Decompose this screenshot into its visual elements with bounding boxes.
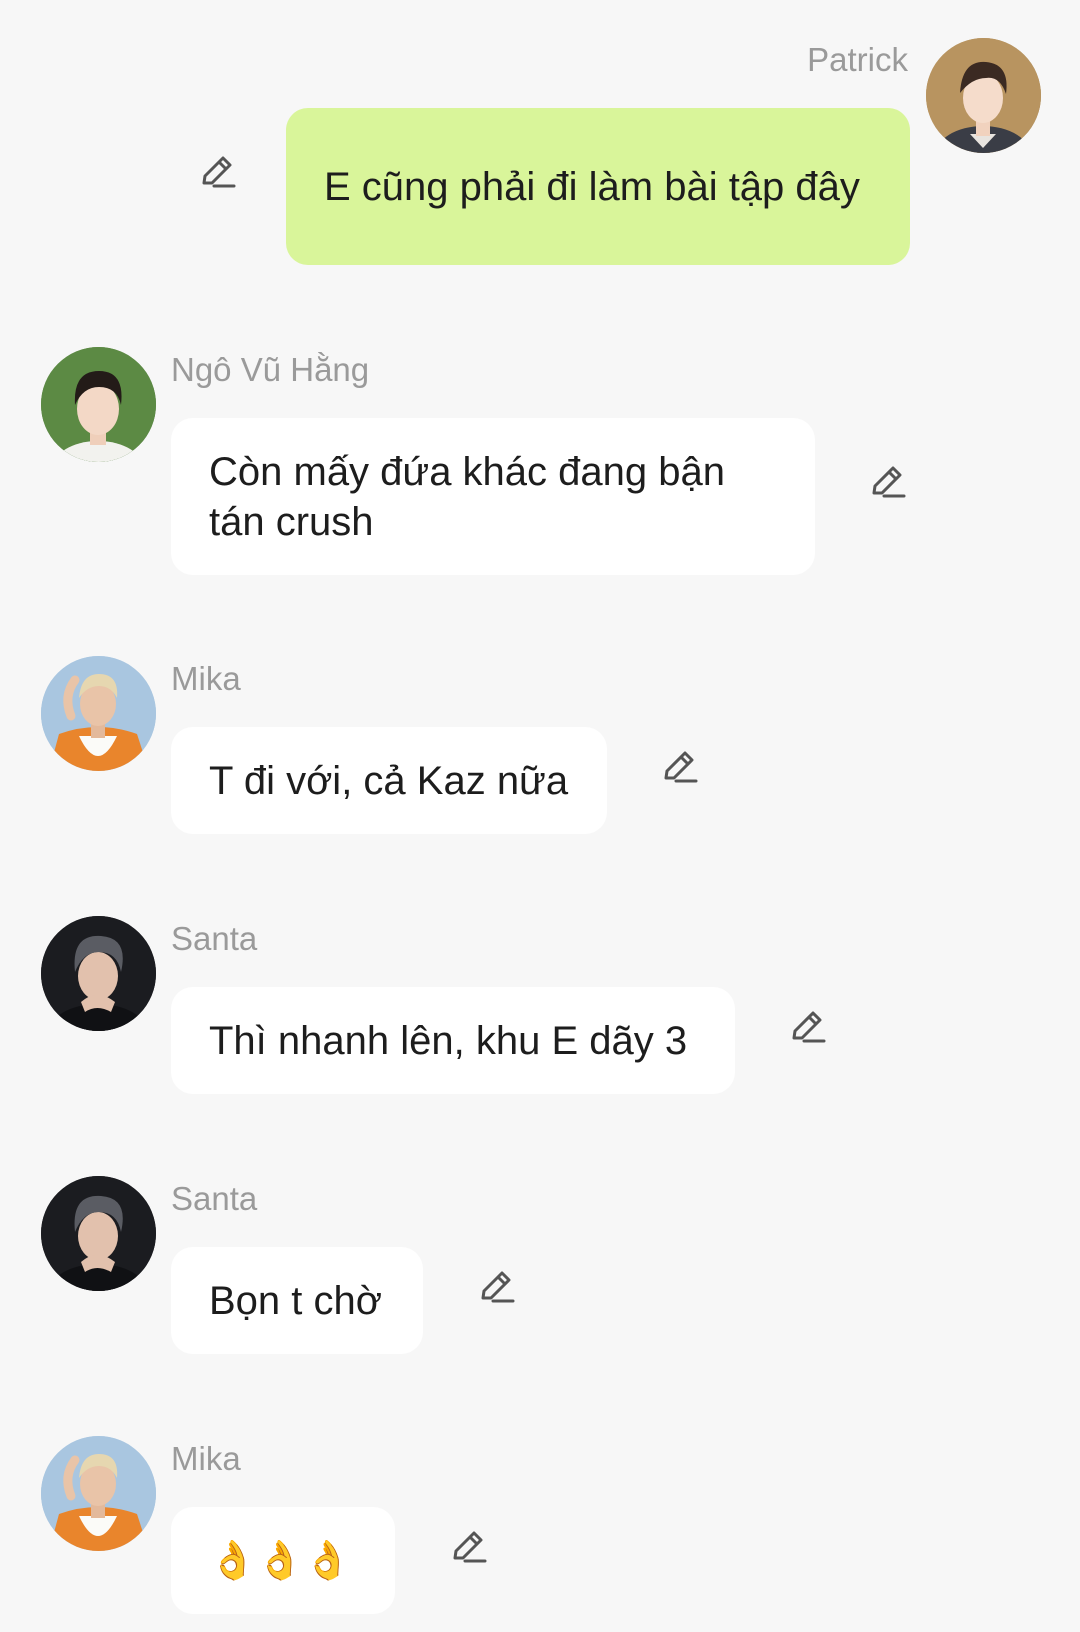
pencil-edit-icon[interactable] [784, 1005, 828, 1049]
avatar-ngo-vu-hang[interactable] [41, 347, 156, 462]
avatar-patrick[interactable] [926, 38, 1041, 153]
pencil-edit-icon[interactable] [656, 745, 700, 789]
message-bubble[interactable]: Thì nhanh lên, khu E dãy 3 [171, 987, 735, 1094]
avatar-santa[interactable] [41, 1176, 156, 1291]
message-text: Bọn t chờ [209, 1278, 382, 1323]
message-bubble[interactable]: Bọn t chờ [171, 1247, 423, 1354]
sender-name: Santa [171, 1180, 258, 1217]
avatar-mika[interactable] [41, 1436, 156, 1551]
pencil-edit-icon[interactable] [864, 460, 908, 504]
message-text: Thì nhanh lên, khu E dãy 3 [209, 1018, 688, 1063]
message-bubble[interactable]: E cũng phải đi làm bài tập đây [286, 108, 910, 265]
pencil-edit-icon[interactable] [445, 1525, 489, 1569]
message-text: T đi với, cả Kaz nữa [209, 758, 569, 803]
pencil-edit-icon[interactable] [473, 1265, 517, 1309]
message-bubble[interactable]: 👌👌👌 [171, 1507, 395, 1614]
sender-name: Mika [171, 660, 241, 697]
sender-name: Mika [171, 1440, 241, 1477]
message-text: 👌👌👌 [209, 1539, 351, 1582]
avatar-santa[interactable] [41, 916, 156, 1031]
avatar-mika[interactable] [41, 656, 156, 771]
message-text: Còn mấy đứa khác đang bận tán crush [209, 449, 725, 544]
sender-name: Ngô Vũ Hằng [171, 351, 370, 388]
pencil-edit-icon[interactable] [194, 150, 238, 194]
sender-name: Santa [171, 920, 258, 957]
sender-name: Patrick [807, 41, 908, 78]
message-bubble[interactable]: Còn mấy đứa khác đang bận tán crush [171, 418, 815, 575]
message-text: E cũng phải đi làm bài tập đây [324, 164, 860, 209]
message-bubble[interactable]: T đi với, cả Kaz nữa [171, 727, 607, 834]
